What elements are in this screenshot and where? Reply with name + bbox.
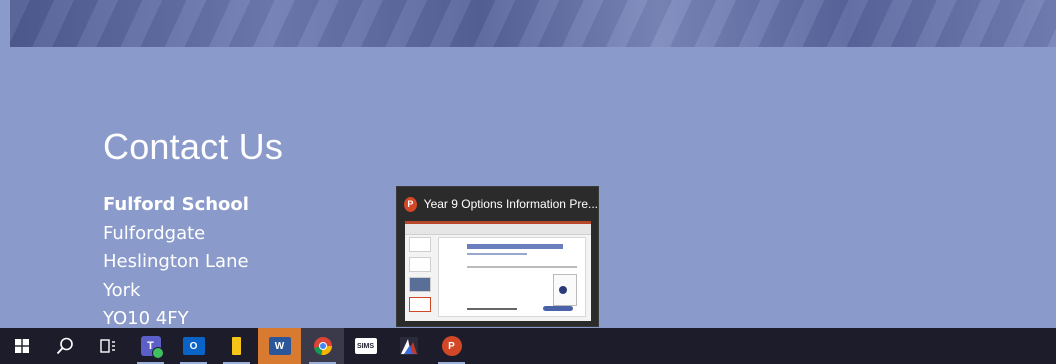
task-view-button[interactable] (86, 328, 129, 364)
slide-line (467, 253, 527, 255)
search-icon (56, 337, 73, 355)
header-banner (10, 0, 1056, 47)
address-block: Fulford School Fulfordgate Heslington La… (103, 191, 249, 334)
search-button[interactable] (43, 328, 86, 364)
slide-thumb (409, 277, 431, 292)
powerpoint-icon: P (404, 196, 417, 212)
word-taskbar-button[interactable]: W (258, 328, 301, 364)
ribbon (405, 224, 591, 235)
slide-title-bar (467, 244, 563, 249)
slide-thumb (409, 257, 431, 272)
school-name: Fulford School (103, 194, 249, 215)
preview-title: Year 9 Options Information Pre... (423, 197, 598, 211)
outlook-icon: O (182, 337, 205, 355)
contact-heading: Contact Us (103, 126, 284, 167)
slide-footer (467, 308, 517, 310)
task-view-icon (99, 339, 115, 353)
taskbar: T O W SIMS P (0, 328, 1056, 364)
app-taskbar-button[interactable] (387, 328, 430, 364)
slide-line (467, 266, 577, 268)
slide-thumb (409, 297, 431, 312)
preview-thumbnail[interactable] (405, 221, 591, 321)
teams-icon: T (140, 336, 164, 359)
slide-logo (543, 306, 573, 311)
slide-list (409, 237, 431, 317)
chrome-icon (313, 337, 332, 356)
address-line: Fulfordgate (103, 222, 206, 244)
word-icon: W (268, 337, 291, 355)
teams-taskbar-button[interactable]: T (129, 328, 172, 364)
sims-icon: SIMS (354, 338, 377, 354)
file-explorer-taskbar-button[interactable] (215, 328, 258, 364)
app-logo-icon (399, 337, 418, 355)
powerpoint-icon: P (441, 336, 462, 356)
banner-edge (0, 0, 10, 47)
slide-canvas (438, 237, 586, 317)
sims-taskbar-button[interactable]: SIMS (344, 328, 387, 364)
outlook-taskbar-button[interactable]: O (172, 328, 215, 364)
preview-header: P Year 9 Options Information Pre... (397, 187, 598, 221)
address-line: Heslington Lane (103, 251, 249, 272)
folder-icon (232, 337, 241, 355)
slide-dot (559, 286, 567, 294)
address-line: York (103, 279, 141, 301)
chrome-taskbar-button[interactable] (301, 328, 344, 364)
powerpoint-taskbar-button[interactable]: P (430, 328, 473, 364)
slide-thumb (409, 237, 431, 252)
windows-icon (14, 339, 29, 353)
start-button[interactable] (0, 328, 43, 364)
window-preview[interactable]: P Year 9 Options Information Pre... (396, 186, 599, 327)
